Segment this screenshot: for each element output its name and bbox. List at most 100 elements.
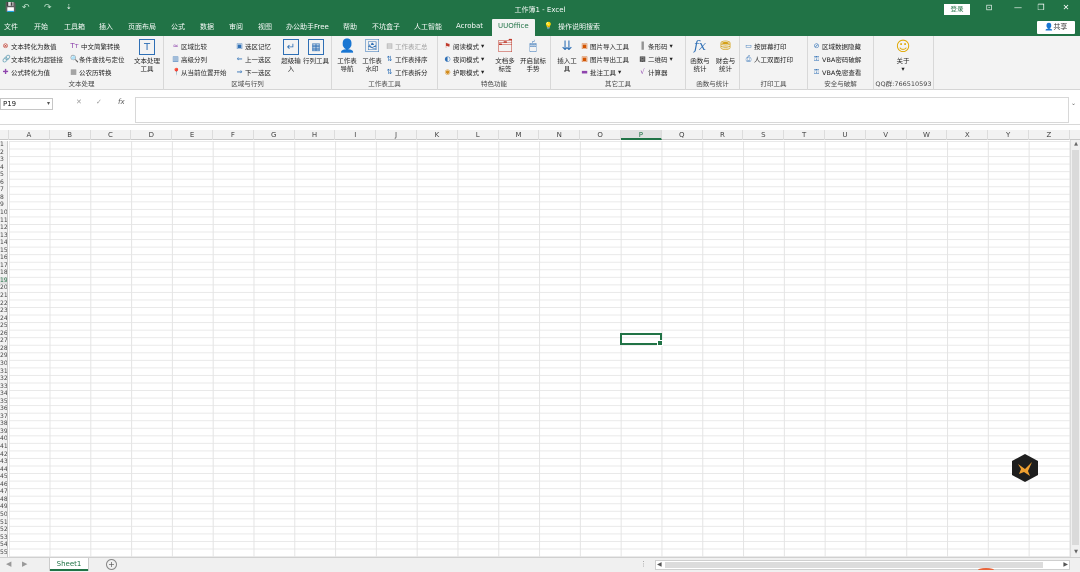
row-header[interactable]: 27 <box>0 337 7 345</box>
row-header[interactable]: 38 <box>0 420 7 428</box>
row-header[interactable]: 24 <box>0 315 7 323</box>
previous-selection-button[interactable]: ⇐ 上一选区 <box>236 54 271 64</box>
row-header[interactable]: 16 <box>0 254 7 262</box>
column-header[interactable]: N <box>539 130 581 140</box>
row-header[interactable]: 30 <box>0 360 7 368</box>
tab-office-assistant[interactable]: 办公助手Free <box>286 22 329 32</box>
selection-memory-button[interactable]: ▣ 选区记忆 <box>236 41 271 51</box>
tab-home[interactable]: 开始 <box>34 22 48 32</box>
scroll-up-icon[interactable]: ▲ <box>1071 140 1080 149</box>
night-mode-button[interactable]: ◐ 夜间模式 ▾ <box>444 54 484 64</box>
more-icon[interactable]: ⋮ <box>640 560 647 568</box>
column-header[interactable]: Y <box>988 130 1029 140</box>
row-header[interactable]: 3 <box>0 156 7 164</box>
column-header[interactable]: T <box>784 130 825 140</box>
column-header[interactable]: J <box>376 130 417 140</box>
column-header[interactable]: O <box>580 130 621 140</box>
expand-formula-icon[interactable]: ⌄ <box>1071 100 1076 107</box>
cancel-icon[interactable]: ✕ <box>76 98 82 106</box>
print-screen-button[interactable]: ▭ 按屏幕打印 <box>745 41 786 51</box>
super-input-button[interactable]: ↵ 超级输入 <box>281 39 301 73</box>
column-header[interactable]: F <box>213 130 254 140</box>
formula-to-value-button[interactable]: ✚ 公式转化为值 <box>2 67 50 77</box>
find-locate-button[interactable]: 🔍 条件查找与定位 <box>70 54 125 64</box>
scroll-left-icon[interactable]: ◀ <box>657 561 662 568</box>
row-header[interactable]: 31 <box>0 368 7 376</box>
restore-button[interactable]: ❐ <box>1034 3 1048 12</box>
floating-assistant-icon[interactable] <box>1010 453 1040 483</box>
mouse-gesture-button[interactable]: 🖱 开启鼠标手势 <box>518 39 548 73</box>
row-header[interactable]: 15 <box>0 247 7 255</box>
row-header[interactable]: 22 <box>0 300 7 308</box>
column-header[interactable]: S <box>743 130 785 140</box>
vba-view-button[interactable]: ⚿ VBA免密查看 <box>813 67 862 77</box>
tab-uuoffice[interactable]: UUOffice <box>492 19 535 36</box>
row-header[interactable]: 25 <box>0 322 7 330</box>
tab-acrobat[interactable]: Acrobat <box>456 22 483 30</box>
row-header[interactable]: 51 <box>0 519 7 527</box>
tab-toolbox[interactable]: 工具箱 <box>64 22 85 32</box>
row-header[interactable]: 9 <box>0 201 7 209</box>
column-header[interactable]: B <box>50 130 91 140</box>
login-button[interactable]: 登录 <box>944 4 970 15</box>
duplex-print-button[interactable]: ⎙ 人工双面打印 <box>745 54 793 64</box>
column-header[interactable]: A <box>9 130 50 140</box>
close-button[interactable]: ✕ <box>1059 3 1073 12</box>
name-box[interactable]: P19 ▾ <box>0 98 53 110</box>
sheet-tab[interactable]: Sheet1 <box>50 558 88 571</box>
row-header[interactable]: 28 <box>0 345 7 353</box>
row-header[interactable]: 44 <box>0 466 7 474</box>
enter-check-icon[interactable]: ✓ <box>96 98 102 106</box>
row-header[interactable]: 20 <box>0 284 7 292</box>
image-export-button[interactable]: ▣ 图片导出工具 <box>581 54 629 64</box>
row-col-tools-button[interactable]: ▦ 行列工具 <box>303 39 329 65</box>
tell-me-search[interactable]: 操作说明搜索 <box>558 22 600 32</box>
functions-stats-button[interactable]: fx 函数与统计 <box>688 39 712 73</box>
row-header[interactable]: 40 <box>0 435 7 443</box>
column-header[interactable]: V <box>866 130 907 140</box>
advanced-split-button[interactable]: ▥ 高级分列 <box>172 54 207 64</box>
row-header[interactable]: 4 <box>0 164 7 172</box>
tab-view[interactable]: 视图 <box>258 22 272 32</box>
selected-cell[interactable] <box>620 333 663 346</box>
column-header[interactable]: C <box>91 130 132 140</box>
qrcode-button[interactable]: ▩ 二维码 ▾ <box>639 54 673 64</box>
about-button[interactable]: ☺ 关于 ▾ <box>888 39 918 73</box>
row-header[interactable]: 54 <box>0 541 7 549</box>
column-header[interactable]: L <box>458 130 499 140</box>
sheet-navigator-button[interactable]: 👤 工作表导航 <box>335 39 359 73</box>
comment-tools-button[interactable]: ▬ 批注工具 ▾ <box>581 67 621 77</box>
row-header[interactable]: 21 <box>0 292 7 300</box>
select-all-corner[interactable] <box>0 130 9 140</box>
column-header[interactable]: E <box>172 130 213 140</box>
sheet-next-icon[interactable]: ▶ <box>22 560 27 568</box>
scroll-down-icon[interactable]: ▼ <box>1071 548 1080 557</box>
tab-insert[interactable]: 插入 <box>99 22 113 32</box>
row-header[interactable]: 45 <box>0 473 7 481</box>
row-header[interactable]: 7 <box>0 186 7 194</box>
column-header[interactable]: G <box>254 130 295 140</box>
next-selection-button[interactable]: ⇒ 下一选区 <box>236 67 271 77</box>
row-header[interactable]: 19 <box>0 276 7 285</box>
row-header[interactable]: 17 <box>0 262 7 270</box>
eye-care-mode-button[interactable]: ◉ 护眼模式 ▾ <box>444 67 484 77</box>
add-sheet-icon[interactable]: + <box>106 559 117 570</box>
column-header[interactable]: D <box>131 130 173 140</box>
minimize-button[interactable]: — <box>1011 3 1025 12</box>
row-header[interactable]: 32 <box>0 375 7 383</box>
insert-function-icon[interactable]: fx <box>118 98 125 106</box>
row-header[interactable]: 39 <box>0 428 7 436</box>
tab-review[interactable]: 审阅 <box>229 22 243 32</box>
tab-page-layout[interactable]: 页面布局 <box>128 22 156 32</box>
row-header[interactable]: 46 <box>0 481 7 489</box>
lunar-calendar-button[interactable]: ▦ 公农历转换 <box>70 67 111 77</box>
scroll-right-icon[interactable]: ▶ <box>1063 561 1068 568</box>
text-to-number-button[interactable]: ⊗ 文本转化为数值 <box>2 41 57 51</box>
sheet-summary-button[interactable]: ▤ 工作表汇总 <box>386 41 427 51</box>
ribbon-display-icon[interactable]: ⊡ <box>982 3 996 12</box>
row-header[interactable]: 10 <box>0 209 7 217</box>
row-header[interactable]: 2 <box>0 149 7 157</box>
image-import-button[interactable]: ▣ 图片导入工具 <box>581 41 629 51</box>
vertical-scroll-thumb[interactable] <box>1072 150 1079 545</box>
insert-tools-button[interactable]: ⇊ 插入工具 <box>555 39 579 73</box>
